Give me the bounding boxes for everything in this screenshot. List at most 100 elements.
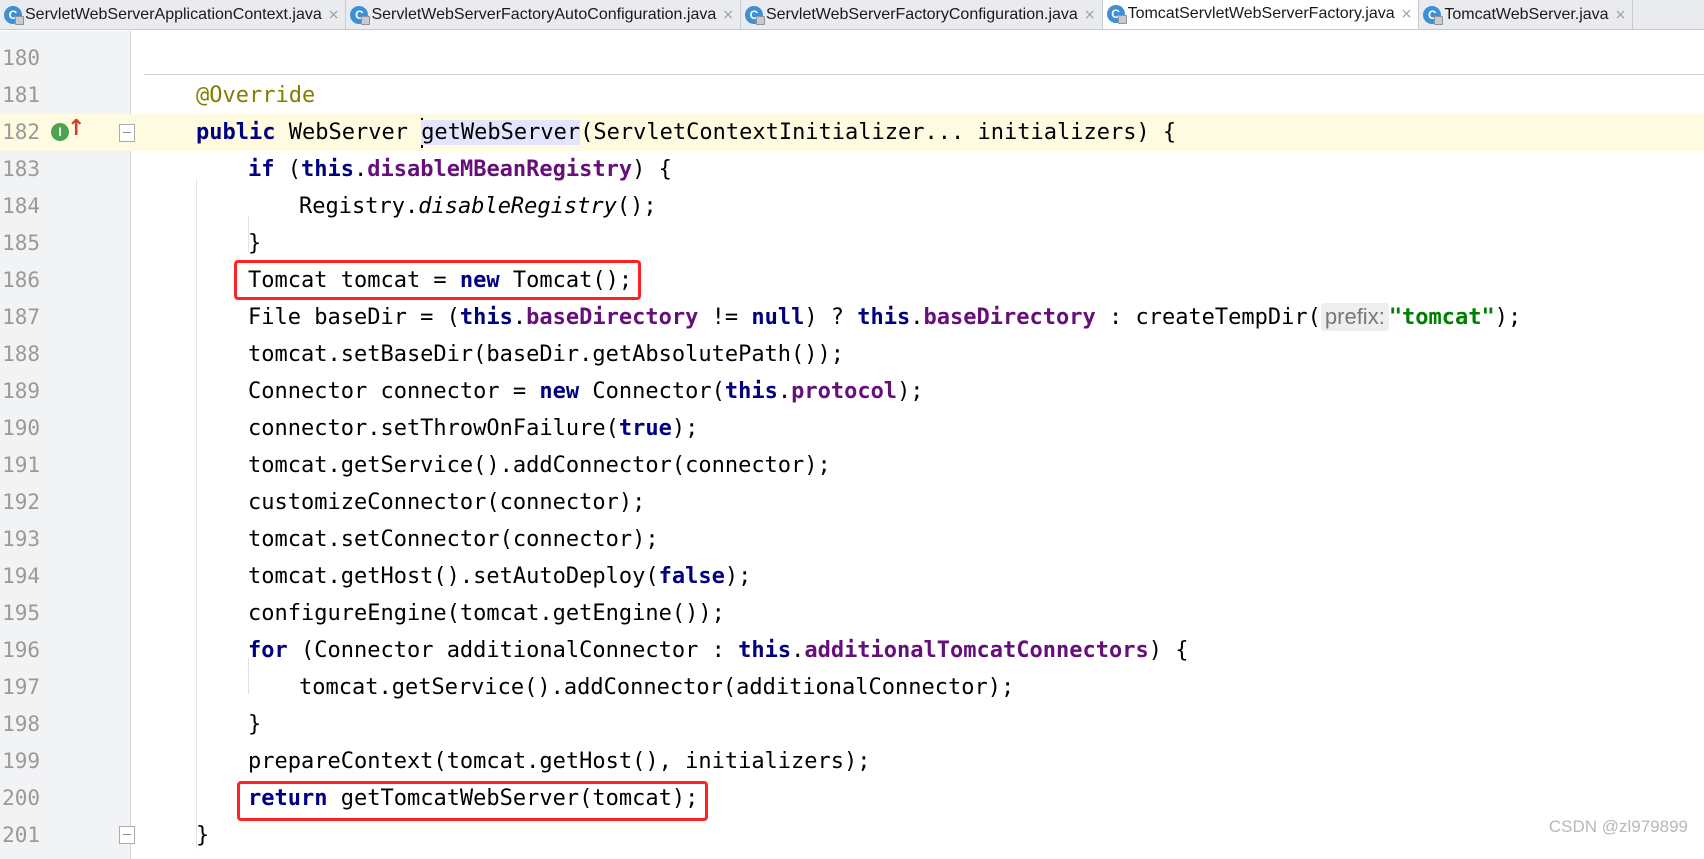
line-number: 186 <box>2 268 40 292</box>
line-number: 196 <box>2 638 40 662</box>
keyword-token: this <box>301 157 354 182</box>
code-token: (Connector additionalConnector : <box>287 638 739 663</box>
close-icon[interactable]: × <box>722 7 734 23</box>
code-editor[interactable]: 180 181 @Override 182 public WebServer g… <box>0 31 1704 859</box>
code-line[interactable]: 187 File baseDir = (this.baseDirectory !… <box>0 299 1704 336</box>
code-token: (); <box>616 194 657 219</box>
code-token: tomcat.setConnector(connector); <box>248 527 659 552</box>
code-line[interactable]: 185 } <box>0 225 1704 262</box>
highlight-box <box>237 781 708 821</box>
close-icon[interactable]: × <box>1615 7 1627 23</box>
code-line[interactable]: 199 prepareContext(tomcat.getHost(), ini… <box>0 743 1704 780</box>
code-token: tomcat.setBaseDir(baseDir.getAbsolutePat… <box>248 342 845 367</box>
code-line[interactable]: 188 tomcat.setBaseDir(baseDir.getAbsolut… <box>0 336 1704 373</box>
fold-toggle-icon[interactable] <box>119 826 135 844</box>
code-token: ); <box>897 379 924 404</box>
line-number: 187 <box>2 305 40 329</box>
line-number: 193 <box>2 527 40 551</box>
code-line[interactable]: 184 Registry.disableRegistry(); <box>0 188 1704 225</box>
line-number: 190 <box>2 416 40 440</box>
code-line[interactable]: 181 @Override <box>0 77 1704 114</box>
field-token: additionalTomcatConnectors <box>804 638 1149 663</box>
code-line[interactable]: 194 tomcat.getHost().setAutoDeploy(false… <box>0 558 1704 595</box>
tab-servlet-web-server-factory-auto-configuration[interactable]: C ServletWebServerFactoryAutoConfigurati… <box>346 0 741 29</box>
tab-label: ServletWebServerApplicationContext.java <box>25 6 322 23</box>
code-text: File baseDir = (this.baseDirectory != nu… <box>248 299 1521 336</box>
tab-label: ServletWebServerFactoryConfiguration.jav… <box>765 6 1078 23</box>
keyword-token: true <box>618 416 672 441</box>
code-text: @Override <box>196 77 315 114</box>
code-line[interactable]: 193 tomcat.setConnector(connector); <box>0 521 1704 558</box>
code-token: . <box>512 305 527 330</box>
field-token: baseDirectory <box>526 305 699 330</box>
code-line[interactable]: 191 tomcat.getService().addConnector(con… <box>0 447 1704 484</box>
tab-servlet-web-server-factory-configuration[interactable]: C ServletWebServerFactoryConfiguration.j… <box>740 0 1103 29</box>
keyword-token: if <box>248 157 275 182</box>
java-class-icon: C <box>1106 5 1127 24</box>
code-token: tomcat.getService().addConnector(additio… <box>299 675 1015 700</box>
code-line[interactable]: 180 <box>0 40 1704 77</box>
code-token: ) ? <box>804 305 858 330</box>
keyword-token: this <box>857 305 911 330</box>
code-line[interactable]: 197 tomcat.getService().addConnector(add… <box>0 669 1704 706</box>
code-token: ( <box>274 157 301 182</box>
line-number: 195 <box>2 601 40 625</box>
code-text: for (Connector additionalConnector : thi… <box>248 632 1188 669</box>
code-text: tomcat.setBaseDir(baseDir.getAbsolutePat… <box>248 336 844 373</box>
code-text: customizeConnector(connector); <box>248 484 645 521</box>
code-line[interactable]: 192 customizeConnector(connector); <box>0 484 1704 521</box>
java-class-icon: C <box>350 6 371 25</box>
code-line[interactable]: 189 Connector connector = new Connector(… <box>0 373 1704 410</box>
tab-servlet-web-server-application-context[interactable]: C ServletWebServerApplicationContext.jav… <box>0 0 347 29</box>
code-text: public WebServer getWebServer(ServletCon… <box>196 114 1176 151</box>
code-token: tomcat.getService().addConnector(connect… <box>248 453 831 478</box>
code-line[interactable]: 198 } <box>0 706 1704 743</box>
keyword-token: null <box>751 305 805 330</box>
code-line[interactable]: 183 if (this.disableMBeanRegistry) { <box>0 151 1704 188</box>
code-text: } <box>248 706 261 743</box>
fold-toggle-icon[interactable] <box>119 124 135 142</box>
tab-tomcat-servlet-web-server-factory[interactable]: C TomcatServletWebServerFactory.java × <box>1102 0 1420 29</box>
parameter-hint: prefix: <box>1320 303 1389 331</box>
code-token: (ServletContextInitializer... initialize… <box>580 120 1177 145</box>
method-name-token: getWebServer <box>421 120 581 145</box>
keyword-token: this <box>724 379 778 404</box>
tab-label: ServletWebServerFactoryAutoConfiguration… <box>371 6 717 23</box>
code-text: Connector connector = new Connector(this… <box>248 373 924 410</box>
java-class-icon: C <box>1423 6 1444 25</box>
tab-tomcat-web-server[interactable]: C TomcatWebServer.java × <box>1419 0 1634 29</box>
line-number: 192 <box>2 490 40 514</box>
code-token: . <box>791 638 805 663</box>
field-token: disableMBeanRegistry <box>367 157 633 182</box>
code-token: WebServer <box>275 120 422 145</box>
java-class-icon: C <box>744 6 765 25</box>
code-text: prepareContext(tomcat.getHost(), initial… <box>248 743 871 780</box>
code-token: : createTempDir( <box>1095 305 1321 330</box>
keyword-token: for <box>248 638 288 663</box>
editor-tab-bar: C ServletWebServerApplicationContext.jav… <box>0 0 1704 30</box>
code-line[interactable]: 201 } <box>0 817 1704 854</box>
keyword-token: false <box>658 564 725 589</box>
line-number: 199 <box>2 749 40 773</box>
code-token: } <box>248 712 262 737</box>
line-number: 189 <box>2 379 40 403</box>
close-icon[interactable]: × <box>1401 6 1413 22</box>
code-token: . <box>353 157 368 182</box>
code-line[interactable]: 190 connector.setThrowOnFailure(true); <box>0 410 1704 447</box>
line-number: 180 <box>2 46 40 70</box>
line-number: 200 <box>2 786 40 810</box>
close-icon[interactable]: × <box>1084 7 1096 23</box>
overrides-arrow-icon[interactable]: ↑ <box>67 117 85 141</box>
code-text: tomcat.getHost().setAutoDeploy(false); <box>248 558 751 595</box>
code-line[interactable]: 195 configureEngine(tomcat.getEngine()); <box>0 595 1704 632</box>
tab-label: TomcatServletWebServerFactory.java <box>1127 5 1395 22</box>
close-icon[interactable]: × <box>328 7 340 23</box>
code-text: configureEngine(tomcat.getEngine()); <box>248 595 725 632</box>
code-token: ); <box>724 564 752 589</box>
code-line[interactable]: 196 for (Connector additionalConnector :… <box>0 632 1704 669</box>
line-number: 201 <box>2 823 40 847</box>
code-token: Connector( <box>579 379 725 404</box>
code-line-current[interactable]: 182 public WebServer getWebServer(Servle… <box>0 114 1704 151</box>
code-token: } <box>196 823 210 848</box>
keyword-token: this <box>738 638 792 663</box>
